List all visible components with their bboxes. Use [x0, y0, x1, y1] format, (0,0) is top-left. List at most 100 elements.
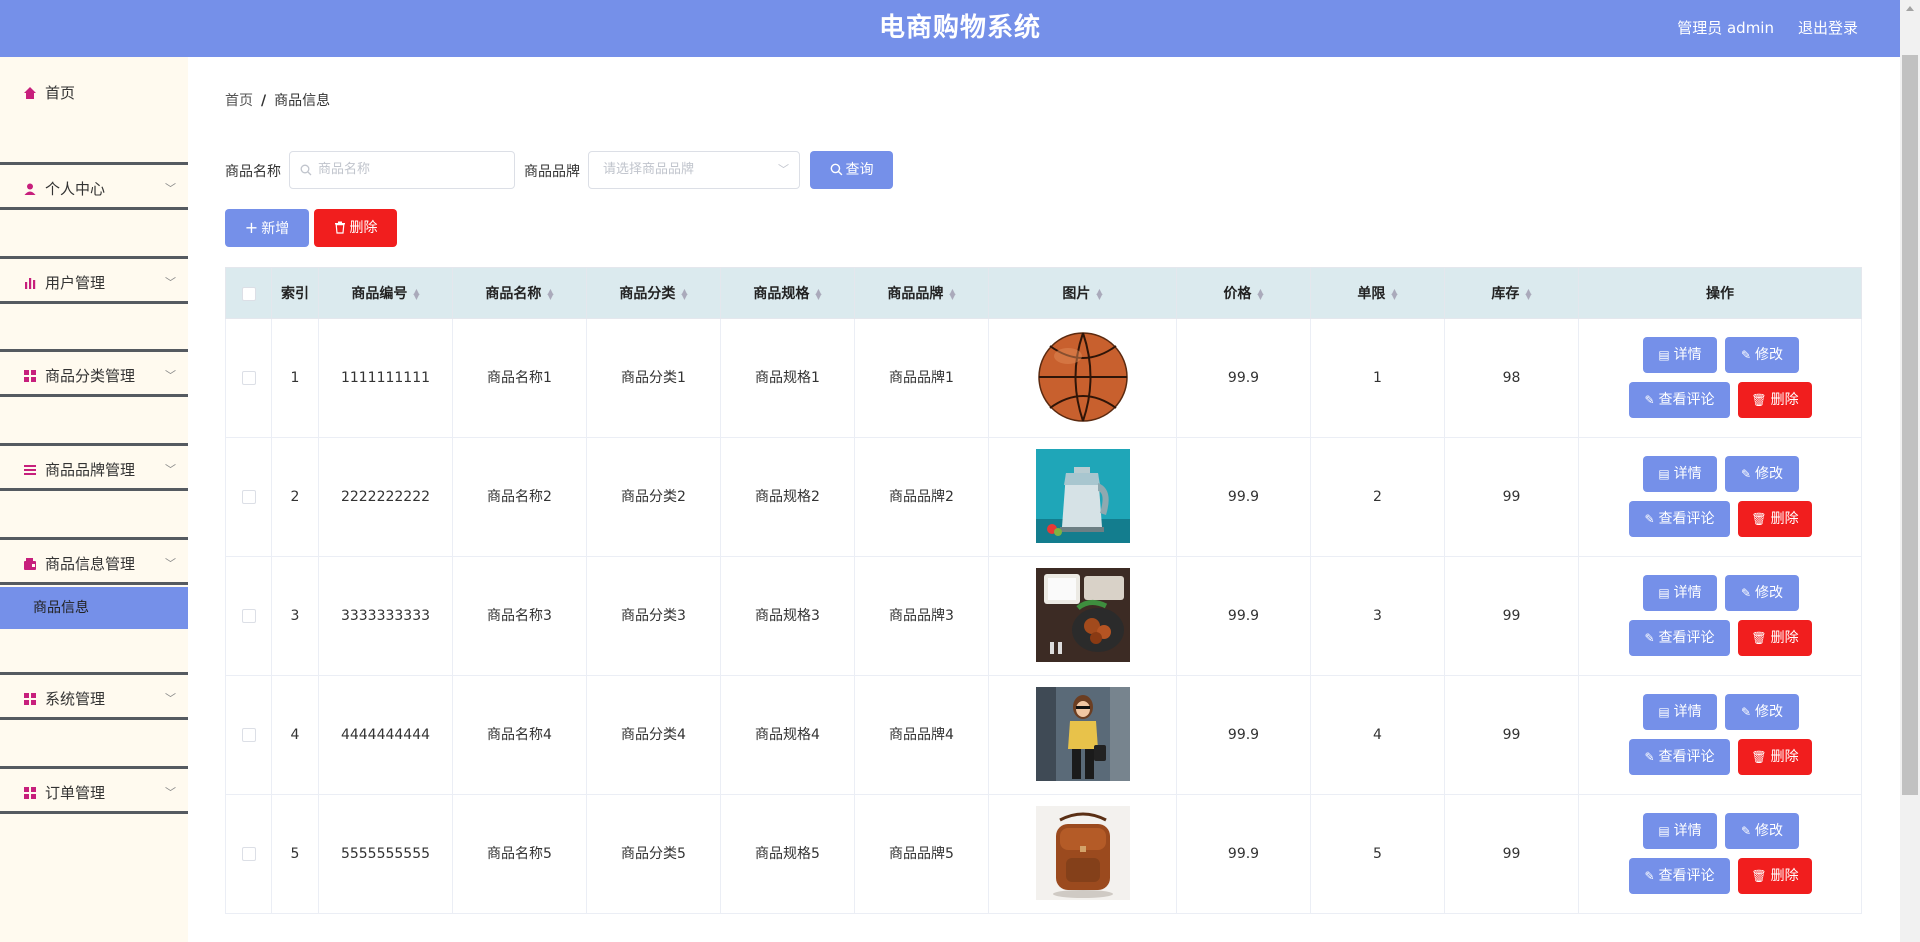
- query-button[interactable]: 查询: [810, 151, 893, 189]
- view-comments-button[interactable]: ✎ 查看评论: [1629, 620, 1730, 656]
- cell-price: 99.9: [1177, 438, 1311, 556]
- view-comments-button[interactable]: ✎ 查看评论: [1629, 858, 1730, 894]
- name-search-input[interactable]: 商品名称: [289, 151, 515, 189]
- sort-icon[interactable]: ▲ ▼: [815, 288, 821, 301]
- cell-category: 商品分类2: [587, 438, 721, 556]
- sort-icon[interactable]: ▲ ▼: [1096, 288, 1102, 301]
- row-checkbox[interactable]: [241, 371, 256, 385]
- edit-icon: ✎: [1644, 869, 1655, 883]
- cell-category: 商品分类5: [587, 795, 721, 913]
- edit-button[interactable]: ✎ 修改: [1725, 456, 1799, 492]
- sidebar-item-category[interactable]: 商品分类管理 ﹀: [0, 349, 188, 397]
- header-limit[interactable]: 单限 ▲ ▼: [1311, 268, 1445, 320]
- header-stock[interactable]: 库存 ▲ ▼: [1445, 268, 1579, 320]
- cell-stock: 99: [1445, 676, 1579, 794]
- view-comments-button[interactable]: ✎ 查看评论: [1629, 739, 1730, 775]
- row-delete-button[interactable]: 🗑 删除: [1738, 620, 1812, 656]
- sidebar-item-system[interactable]: 系统管理 ﹀: [0, 672, 188, 720]
- sidebar-item-brand[interactable]: 商品品牌管理 ﹀: [0, 443, 188, 491]
- row-delete-button[interactable]: 🗑 删除: [1738, 739, 1812, 775]
- sidebar-item-profile[interactable]: 个人中心 ﹀: [0, 162, 188, 210]
- cell-name: 商品名称2: [453, 438, 587, 556]
- edit-button[interactable]: ✎ 修改: [1725, 337, 1799, 373]
- edit-icon: ✎: [1740, 824, 1752, 838]
- detail-button[interactable]: ▤ 详情: [1643, 694, 1717, 730]
- row-checkbox-cell: [226, 557, 272, 675]
- delete-button[interactable]: 删除: [314, 209, 397, 247]
- sort-icon[interactable]: ▲ ▼: [547, 288, 553, 301]
- view-comments-button[interactable]: ✎ 查看评论: [1629, 382, 1730, 418]
- trash-icon: [334, 221, 345, 234]
- edit-button[interactable]: ✎ 修改: [1725, 694, 1799, 730]
- sort-icon[interactable]: ▲ ▼: [1257, 288, 1263, 301]
- sort-icon[interactable]: ▲ ▼: [413, 288, 419, 301]
- sidebar-item-home[interactable]: 首页: [0, 69, 188, 117]
- sort-icon[interactable]: ▲ ▼: [681, 288, 687, 301]
- detail-button[interactable]: ▤ 详情: [1643, 337, 1717, 373]
- breadcrumb-home[interactable]: 首页: [225, 93, 253, 109]
- table-row: 3 3333333333 商品名称3 商品分类3 商品规格3 商品品牌3 99.9 3 99 ▤ 详…: [225, 557, 1862, 676]
- cell-ops: ▤ 详情 ✎ 修改 ✎ 查看评论 🗑 删除: [1579, 319, 1861, 437]
- edit-button[interactable]: ✎ 修改: [1725, 813, 1799, 849]
- chevron-down-icon: ﹀: [165, 182, 176, 195]
- cell-code: 5555555555: [319, 795, 453, 913]
- cell-image: [989, 557, 1177, 675]
- header-brand[interactable]: 商品品牌 ▲ ▼: [855, 268, 989, 320]
- header-ops: 操作: [1706, 286, 1734, 302]
- chevron-down-icon: ﹀: [165, 276, 176, 289]
- row-checkbox[interactable]: [241, 490, 256, 504]
- cell-limit: 2: [1311, 438, 1445, 556]
- cell-ops: ▤ 详情 ✎ 修改 ✎ 查看评论 🗑 删除: [1579, 676, 1861, 794]
- admin-label: 管理员 admin: [1677, 19, 1774, 37]
- table-row: 1 1111111111 商品名称1 商品分类1 商品规格1 商品品牌1 99.9 1 98 ▤ 详…: [225, 319, 1862, 438]
- row-delete-button[interactable]: 🗑 删除: [1738, 501, 1812, 537]
- cell-price: 99.9: [1177, 795, 1311, 913]
- cell-brand: 商品品牌5: [855, 795, 989, 913]
- scroll-up-arrow-icon[interactable]: [1900, 0, 1920, 17]
- header-checkbox-cell: [226, 268, 272, 320]
- cell-stock: 99: [1445, 795, 1579, 913]
- cell-price: 99.9: [1177, 319, 1311, 437]
- select-all-checkbox[interactable]: [241, 287, 256, 301]
- sidebar-item-users[interactable]: 用户管理 ﹀: [0, 256, 188, 304]
- row-checkbox[interactable]: [241, 609, 256, 623]
- cell-index: 4: [272, 676, 319, 794]
- header-spec[interactable]: 商品规格 ▲ ▼: [721, 268, 855, 320]
- sort-icon[interactable]: ▲ ▼: [949, 288, 955, 301]
- page-scrollbar[interactable]: [1900, 0, 1920, 942]
- cell-brand: 商品品牌1: [855, 319, 989, 437]
- cell-index: 3: [272, 557, 319, 675]
- sidebar-item-label: 商品品牌管理: [45, 461, 136, 479]
- row-checkbox[interactable]: [241, 728, 256, 742]
- edit-button[interactable]: ✎ 修改: [1725, 575, 1799, 611]
- sort-icon[interactable]: ▲ ▼: [1391, 288, 1397, 301]
- scrollbar-thumb[interactable]: [1902, 55, 1918, 795]
- detail-button[interactable]: ▤ 详情: [1643, 575, 1717, 611]
- brand-select-placeholder: 请选择商品品牌: [603, 162, 695, 177]
- brand-select[interactable]: 请选择商品品牌 ﹀: [588, 151, 800, 189]
- detail-button[interactable]: ▤ 详情: [1643, 456, 1717, 492]
- table-row: 5 5555555555 商品名称5 商品分类5 商品规格5 商品品牌5 99.9 5 99 ▤ 详…: [225, 795, 1862, 914]
- row-checkbox[interactable]: [241, 847, 256, 861]
- cell-index: 5: [272, 795, 319, 913]
- sidebar-item-label: 商品分类管理: [45, 367, 136, 385]
- sidebar-item-goods[interactable]: 商品信息管理 ﹀: [0, 537, 188, 585]
- row-delete-button[interactable]: 🗑 删除: [1738, 858, 1812, 894]
- header-category[interactable]: 商品分类 ▲ ▼: [587, 268, 721, 320]
- sidebar-subitem-goods-info[interactable]: 商品信息: [0, 587, 188, 629]
- cell-limit: 5: [1311, 795, 1445, 913]
- header-name[interactable]: 商品名称 ▲ ▼: [453, 268, 587, 320]
- add-button[interactable]: + 新增: [225, 209, 309, 247]
- header-image[interactable]: 图片 ▲ ▼: [989, 268, 1177, 320]
- sort-icon[interactable]: ▲ ▼: [1525, 288, 1531, 301]
- cell-name: 商品名称3: [453, 557, 587, 675]
- logout-link[interactable]: 退出登录: [1798, 0, 1858, 57]
- view-comments-button[interactable]: ✎ 查看评论: [1629, 501, 1730, 537]
- cell-image: [989, 676, 1177, 794]
- row-delete-button[interactable]: 🗑 删除: [1738, 382, 1812, 418]
- product-image: [1036, 806, 1130, 900]
- header-price[interactable]: 价格 ▲ ▼: [1177, 268, 1311, 320]
- header-code[interactable]: 商品编号 ▲ ▼: [319, 268, 453, 320]
- sidebar-item-orders[interactable]: 订单管理 ﹀: [0, 766, 188, 814]
- detail-button[interactable]: ▤ 详情: [1643, 813, 1717, 849]
